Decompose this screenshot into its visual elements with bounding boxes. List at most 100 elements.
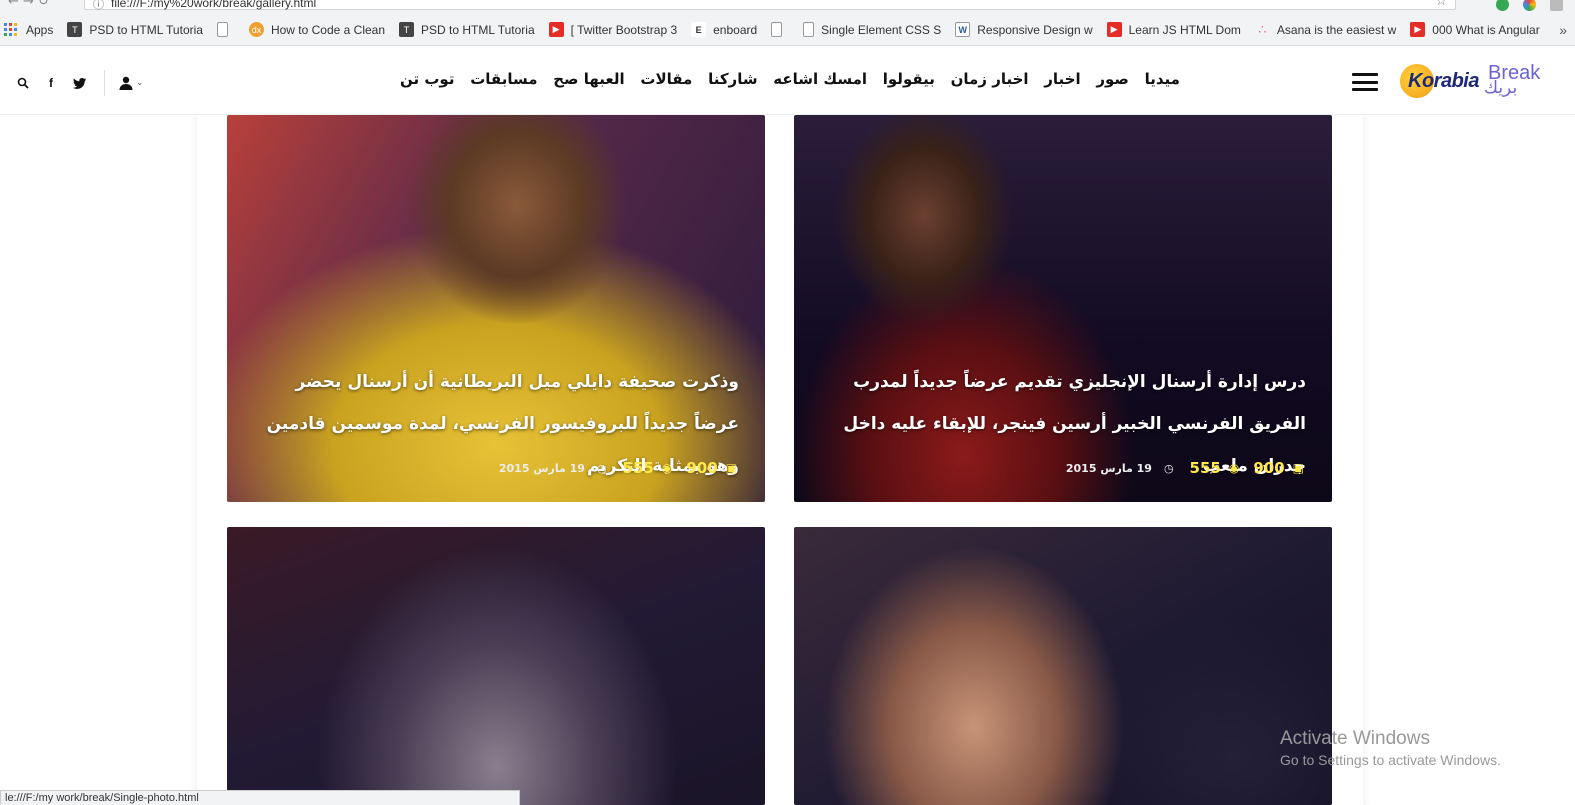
clock-icon: ◷ xyxy=(1163,461,1174,475)
bookmark-item[interactable]: T PSD to HTML Tutoria xyxy=(67,22,203,37)
chevron-down-icon: ⌄ xyxy=(136,78,144,88)
view-count: 555 xyxy=(1189,459,1221,477)
nav-item-articles[interactable]: مقالات xyxy=(640,70,692,88)
card-meta: ▣ 900 ◉ 555 ◷ 19 مارس 2015 xyxy=(499,459,737,477)
apps-grid-icon xyxy=(4,23,17,36)
youtube-icon: ▶ xyxy=(1410,22,1426,37)
left-gutter xyxy=(0,115,197,805)
clock-icon: ◷ xyxy=(596,461,607,475)
right-gutter xyxy=(1363,115,1575,805)
nav-item-play-right[interactable]: العبها صح xyxy=(553,70,624,88)
bookmark-label: PSD to HTML Tutoria xyxy=(421,22,535,37)
card-photo xyxy=(794,527,1332,805)
bookmark-item[interactable]: Single Element CSS S xyxy=(803,22,941,37)
bookmark-label: Responsive Design w xyxy=(977,22,1093,37)
nav-item-photos[interactable]: صور xyxy=(1096,70,1129,88)
bookmark-label: [ Twitter Bootstrap 3 xyxy=(570,22,678,37)
user-menu[interactable]: ⌄ xyxy=(119,76,144,90)
nav-arrows[interactable]: ← → ↻ xyxy=(8,0,49,9)
bookmark-item[interactable]: ∴ Asana is the easiest w xyxy=(1255,22,1396,37)
extension-icon[interactable] xyxy=(1550,0,1563,11)
bookmark-apps[interactable]: Apps xyxy=(4,23,53,37)
nav-item-top-ten[interactable]: توب تن xyxy=(400,70,454,88)
gallery-main: درس إدارة أرسنال الإنجليزي تقديم عرضاً ج… xyxy=(0,115,1575,805)
bookmark-item[interactable]: ▶ 000 What is Angular xyxy=(1410,22,1540,37)
eye-icon: ◉ xyxy=(661,461,673,475)
site-logo[interactable]: Korabia Break بريك xyxy=(1398,58,1558,104)
logo-arabic: بريك xyxy=(1484,78,1518,98)
bookmark-label: Apps xyxy=(26,22,54,37)
site-header: f ⌄ ميديا صور اخبار اخبار زمان بيقولوا ا… xyxy=(0,46,1575,115)
nav-item-media[interactable]: ميديا xyxy=(1145,70,1180,88)
bookmark-label: enboard xyxy=(713,22,758,37)
bookmarks-bar: Apps T PSD to HTML Tutoria dx How to Code … xyxy=(0,14,1575,46)
eye-icon: ◉ xyxy=(1228,461,1240,475)
photo-count: 900 xyxy=(686,459,718,477)
camera-icon: ▣ xyxy=(1292,461,1304,475)
logo-text: Korabia xyxy=(1408,70,1479,92)
url-text[interactable]: file:///F:/my%20work/break/gallery.html xyxy=(111,0,316,10)
bookmark-item[interactable] xyxy=(771,22,789,37)
bookmark-label: Single Element CSS S xyxy=(821,22,942,37)
grammarly-icon[interactable] xyxy=(1496,0,1509,11)
user-icon xyxy=(119,76,133,90)
bookmark-label: Asana is the easiest w xyxy=(1276,22,1397,37)
gallery-card[interactable]: وذكرت صحيفة دايلي ميل البريطانية أن أرسن… xyxy=(227,115,765,502)
tuts-icon: T xyxy=(399,22,415,37)
youtube-icon: ▶ xyxy=(548,22,564,37)
menu-icon[interactable] xyxy=(1352,73,1378,91)
extensions xyxy=(1496,0,1563,11)
gallery-card[interactable] xyxy=(227,527,765,805)
extension-icon[interactable] xyxy=(1523,0,1536,11)
nav-item-catch-rumor[interactable]: امسك اشاعه xyxy=(773,70,867,88)
e-icon: E xyxy=(691,22,707,37)
nav-item-they-say[interactable]: بيقولوا xyxy=(883,70,935,88)
address-bar-area: ← → ↻ ⓘ file:///F:/my%20work/break/galle… xyxy=(0,0,1575,14)
nav-item-contests[interactable]: مسابقات xyxy=(470,70,537,88)
bookmark-item[interactable]: T PSD to HTML Tutoria xyxy=(399,22,535,37)
bookmark-star-icon[interactable]: ☆ xyxy=(1435,0,1447,9)
bookmark-label: PSD to HTML Tutoria xyxy=(89,22,203,37)
view-count: 555 xyxy=(622,459,654,477)
page-icon xyxy=(803,22,815,37)
nav-item-share[interactable]: شاركنا xyxy=(708,70,758,88)
bookmark-item[interactable]: dx How to Code a Clean xyxy=(248,22,386,37)
twitter-icon[interactable] xyxy=(72,75,86,91)
bookmark-label: How to Code a Clean xyxy=(270,22,386,37)
card-date: 19 مارس 2015 xyxy=(498,461,585,475)
search-icon[interactable] xyxy=(16,75,30,91)
bookmark-item[interactable]: W Responsive Design w xyxy=(955,22,1093,37)
gallery-card[interactable] xyxy=(794,527,1332,805)
bookmark-item[interactable] xyxy=(216,22,235,37)
camera-icon: ▣ xyxy=(725,461,737,475)
bookmark-label: 000 What is Angular xyxy=(1432,22,1540,37)
youtube-icon: ▶ xyxy=(1106,22,1122,37)
card-date: 19 مارس 2015 xyxy=(1065,461,1152,475)
bookmark-item[interactable]: ▶ [ Twitter Bootstrap 3 xyxy=(548,22,678,37)
more-bookmarks-icon[interactable]: » xyxy=(1559,22,1567,38)
card-meta: ▣ 900 ◉ 555 ◷ 19 مارس 2015 xyxy=(1066,459,1304,477)
nav-item-news[interactable]: اخبار xyxy=(1044,70,1080,88)
asana-icon: ∴ xyxy=(1258,22,1267,37)
header-tools: f ⌄ xyxy=(16,70,144,96)
page-icon xyxy=(216,22,228,37)
bookmark-label: Learn JS HTML Dom xyxy=(1128,22,1241,37)
nav-item-old-news[interactable]: اخبار زمان xyxy=(951,70,1029,88)
watermark-line1: Activate Windows xyxy=(1280,728,1430,749)
address-bar[interactable]: ⓘ file:///F:/my%20work/break/gallery.htm… xyxy=(84,0,1456,12)
w-icon: W xyxy=(955,22,971,37)
facebook-icon[interactable]: f xyxy=(44,75,58,91)
gallery-card[interactable]: درس إدارة أرسنال الإنجليزي تقديم عرضاً ج… xyxy=(794,115,1332,502)
main-nav: ميديا صور اخبار اخبار زمان بيقولوا امسك … xyxy=(400,70,1180,88)
watermark-line2: Go to Settings to activate Windows. xyxy=(1280,752,1501,768)
page-icon xyxy=(771,22,783,37)
status-bar: le:///F:/my work/break/Single-photo.html xyxy=(0,790,520,805)
dx-icon: dx xyxy=(248,22,264,37)
bookmark-item[interactable]: Eenboard xyxy=(691,22,757,37)
divider xyxy=(104,70,105,96)
card-photo xyxy=(227,527,765,805)
photo-count: 900 xyxy=(1253,459,1285,477)
bookmark-item[interactable]: ▶ Learn JS HTML Dom xyxy=(1106,22,1241,37)
windows-activation-watermark: Activate Windows Go to Settings to activ… xyxy=(1280,728,1501,768)
info-icon[interactable]: ⓘ xyxy=(93,0,104,12)
